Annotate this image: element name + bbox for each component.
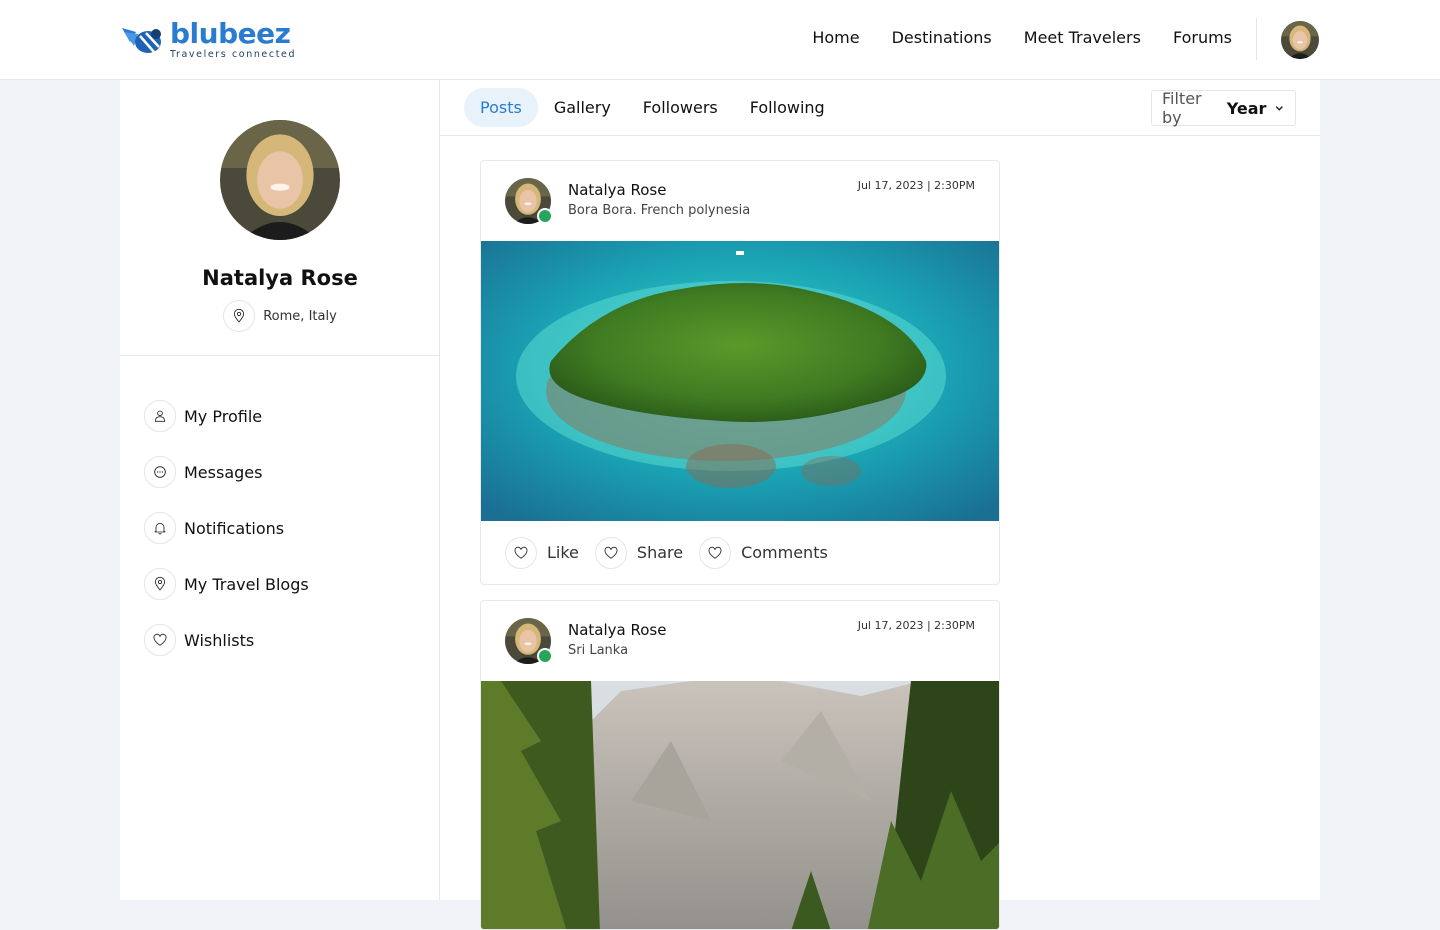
heart-icon	[594, 536, 627, 569]
tabs-bar: Posts Gallery Followers Following Filter…	[440, 80, 1320, 136]
comments-button[interactable]: Comments	[699, 536, 828, 569]
tab-gallery[interactable]: Gallery	[538, 88, 627, 127]
filter-dropdown[interactable]: Filter by Year	[1151, 89, 1296, 127]
like-button[interactable]: Like	[505, 536, 579, 569]
share-button[interactable]: Share	[594, 536, 684, 569]
map-pin-icon	[144, 568, 176, 600]
online-status-badge	[537, 648, 553, 664]
user-icon	[144, 400, 176, 432]
filter-label: Filter by	[1162, 89, 1202, 127]
post-timestamp: Jul 17, 2023 | 2:30PM	[857, 619, 975, 632]
sidebar-item-label: Notifications	[184, 518, 285, 538]
sidebar-item-my-travel-blogs[interactable]: My Travel Blogs	[120, 556, 439, 612]
profile-avatar	[220, 120, 340, 240]
map-pin-icon	[223, 300, 256, 332]
brand-name: blubeez	[170, 17, 291, 51]
post-card: Natalya Rose Bora Bora. French polynesia…	[480, 160, 1000, 585]
chat-icon	[144, 456, 176, 488]
brand-logo[interactable]: blubeez Travelers connected	[120, 20, 296, 60]
sidebar-item-label: My Travel Blogs	[184, 574, 309, 594]
post-timestamp: Jul 17, 2023 | 2:30PM	[857, 179, 975, 192]
post-location: Bora Bora. French polynesia	[568, 203, 751, 218]
profile-location: Rome, Italy	[120, 300, 440, 332]
sidebar-item-label: Messages	[184, 462, 263, 482]
heart-icon	[505, 536, 537, 569]
top-nav-bar: blubeez Travelers connected Home Destina…	[0, 0, 1440, 80]
nav-meet-travelers[interactable]: Meet Travelers	[1024, 28, 1141, 47]
avatar-image	[1281, 21, 1319, 59]
like-label: Like	[547, 543, 579, 562]
sidebar-item-my-profile[interactable]: My Profile	[120, 388, 439, 444]
profile-photo	[220, 120, 340, 240]
bee-logo-icon	[122, 28, 161, 53]
profile-name: Natalya Rose	[202, 266, 358, 290]
profile-location-text: Rome, Italy	[263, 308, 337, 324]
post-author-name[interactable]: Natalya Rose	[568, 621, 666, 639]
bell-icon	[144, 512, 176, 544]
profile-sidebar: Natalya Rose Rome, Italy My Profile Mess…	[120, 80, 440, 900]
tab-followers[interactable]: Followers	[627, 88, 734, 127]
tab-following[interactable]: Following	[734, 88, 841, 127]
heart-icon	[699, 536, 732, 569]
sidebar-menu: My Profile Messages Notifications My Tra…	[120, 356, 439, 668]
share-label: Share	[636, 543, 684, 562]
sidebar-item-messages[interactable]: Messages	[120, 444, 439, 500]
post-header: Natalya Rose Sri Lanka Jul 17, 2023 | 2:…	[481, 601, 999, 681]
nav-home[interactable]: Home	[812, 28, 859, 47]
brand-tagline: Travelers connected	[170, 49, 297, 61]
profile-tabs: Posts Gallery Followers Following	[464, 88, 841, 127]
online-status-badge	[537, 208, 553, 224]
comments-label: Comments	[741, 543, 828, 562]
main-nav: Home Destinations Meet Travelers Forums	[812, 28, 1232, 47]
chevron-down-icon	[1276, 106, 1284, 111]
mountain-forest-photo[interactable]	[481, 681, 1000, 930]
nav-divider	[1256, 18, 1257, 60]
filter-value: Year	[1226, 98, 1267, 118]
sidebar-item-notifications[interactable]: Notifications	[120, 500, 439, 556]
profile-card: Natalya Rose Rome, Italy	[120, 80, 439, 356]
nav-destinations[interactable]: Destinations	[892, 28, 992, 47]
nav-forums[interactable]: Forums	[1173, 28, 1232, 47]
post-location: Sri Lanka	[568, 643, 629, 658]
aerial-island-photo[interactable]	[481, 241, 1000, 521]
post-actions: Like Share Comments	[481, 521, 999, 584]
tab-posts[interactable]: Posts	[464, 88, 538, 127]
post-author-name[interactable]: Natalya Rose	[568, 181, 666, 199]
sidebar-item-label: Wishlists	[184, 630, 255, 650]
heart-icon	[144, 624, 176, 656]
main-content: Posts Gallery Followers Following Filter…	[440, 80, 1320, 930]
sidebar-item-label: My Profile	[184, 406, 263, 426]
post-card: Natalya Rose Sri Lanka Jul 17, 2023 | 2:…	[480, 600, 1000, 930]
user-avatar[interactable]	[1281, 21, 1319, 59]
sidebar-item-wishlists[interactable]: Wishlists	[120, 612, 439, 668]
post-header: Natalya Rose Bora Bora. French polynesia…	[481, 161, 999, 241]
